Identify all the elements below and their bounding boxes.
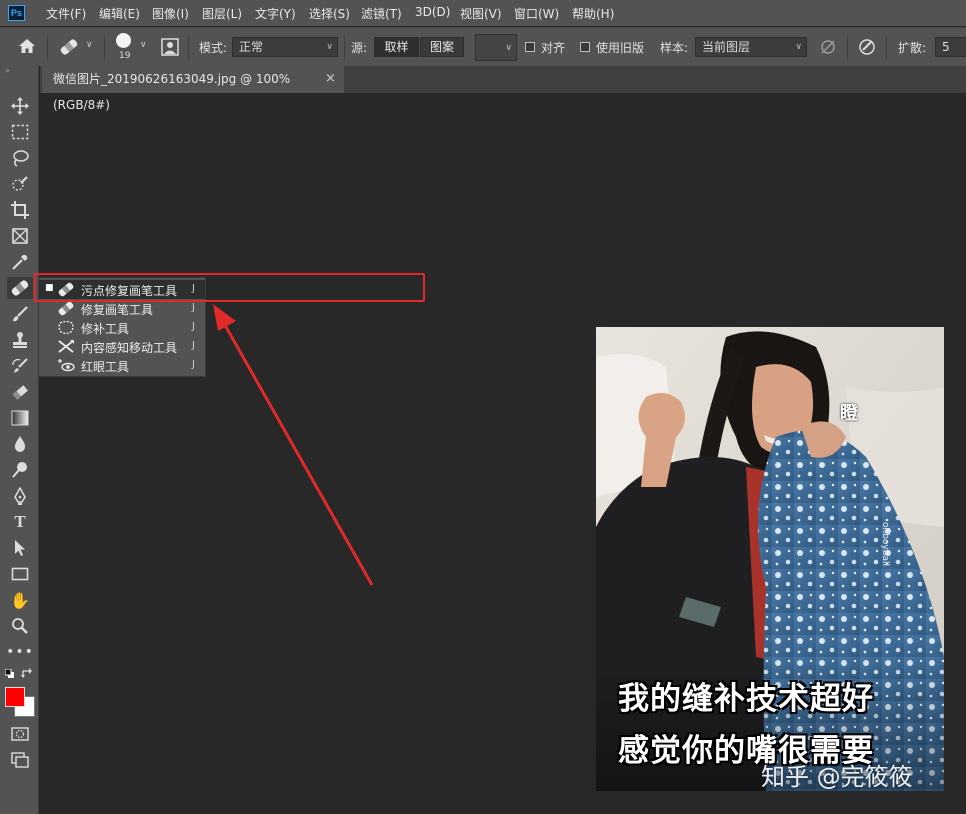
eyedropper-tool-icon[interactable] <box>7 251 33 273</box>
meme-painting <box>596 327 944 791</box>
diffusion-value: 5 <box>942 40 950 54</box>
tools-panel: » T ✋ ••• <box>0 66 39 814</box>
hand-tool-icon[interactable]: ✋ <box>7 589 33 611</box>
default-colors-icon[interactable] <box>5 669 14 678</box>
legacy-checkbox[interactable] <box>580 42 590 52</box>
marquee-tool-icon[interactable] <box>7 121 33 143</box>
diffusion-label: 扩散: <box>898 41 927 55</box>
flyout-item-shortcut: J <box>192 302 195 313</box>
flyout-item-patch[interactable]: 修补工具 J <box>39 318 205 337</box>
frame-tool-icon[interactable] <box>7 225 33 247</box>
options-bar: ∨ 19 ∨ 模式: 正常 ∨ 源: 取样 图案 ∨ 对齐 使用旧版 样本: 当前… <box>0 27 966 66</box>
chevron-down-icon: ∨ <box>505 43 512 53</box>
mode-label: 模式: <box>199 41 228 55</box>
menu-filter[interactable]: 滤镜(T) <box>361 5 402 22</box>
chevron-down-icon: ∨ <box>795 42 802 52</box>
source-label: 源: <box>351 41 368 55</box>
document-tab-title: 微信图片_20190626163049.jpg @ 100%(RGB/8#) <box>53 72 291 112</box>
screen-mode-icon[interactable] <box>7 749 33 771</box>
move-tool-icon[interactable] <box>7 95 33 117</box>
aligned-checkbox[interactable] <box>525 42 535 52</box>
canvas-image: 瞪 ohboyball 我的缝补技术超好 感觉你的嘴很需要 知乎 @完筱筱 <box>596 327 944 791</box>
mode-value: 正常 <box>239 40 264 54</box>
image-caption-line-1: 我的缝补技术超好 <box>618 681 874 717</box>
content-aware-move-icon <box>58 340 74 353</box>
menu-type[interactable]: 文字(Y) <box>255 5 296 22</box>
ignore-adjustment-layers-icon[interactable] <box>820 39 836 55</box>
brush-tool-icon[interactable] <box>7 303 33 325</box>
healing-brush-icon <box>58 301 74 316</box>
flyout-item-content-aware-move[interactable]: 内容感知移动工具 J <box>39 337 205 356</box>
menu-view[interactable]: 视图(V) <box>460 5 502 22</box>
image-side-text: ohboyball <box>880 522 890 566</box>
sample-dropdown[interactable]: 当前图层 ∨ <box>695 37 807 57</box>
menu-bar: Ps 文件(F) 编辑(E) 图像(I) 图层(L) 文字(Y) 选择(S) 滤… <box>0 0 966 26</box>
flyout-item-shortcut: J <box>192 340 195 351</box>
foreground-color-swatch[interactable] <box>5 687 25 707</box>
blur-tool-icon[interactable] <box>7 433 33 455</box>
photoshop-logo: Ps <box>8 5 25 21</box>
menu-edit[interactable]: 编辑(E) <box>99 5 140 22</box>
chevron-down-icon: ∨ <box>326 42 333 52</box>
legacy-label: 使用旧版 <box>596 41 645 55</box>
swap-colors-icon[interactable] <box>21 668 33 679</box>
diffusion-input[interactable]: 5 <box>935 37 966 57</box>
brush-pressure-icon[interactable] <box>161 38 179 56</box>
image-stamp-text: 瞪 <box>840 403 858 424</box>
zoom-tool-icon[interactable] <box>7 615 33 637</box>
flyout-item-label: 修补工具 <box>81 322 130 336</box>
collapse-panel-icon[interactable]: » <box>5 66 10 75</box>
lasso-tool-icon[interactable] <box>7 147 33 169</box>
quick-mask-icon[interactable] <box>7 723 33 745</box>
rectangle-tool-icon[interactable] <box>7 563 33 585</box>
flyout-item-shortcut: J <box>192 321 195 332</box>
source-pattern-button[interactable]: 图案 <box>420 37 464 57</box>
crop-tool-icon[interactable] <box>7 199 33 221</box>
brush-size-value: 19 <box>119 51 131 61</box>
eraser-tool-icon[interactable] <box>7 381 33 403</box>
document-tab[interactable]: 微信图片_20190626163049.jpg @ 100%(RGB/8#) × <box>42 66 344 112</box>
menu-help[interactable]: 帮助(H) <box>572 5 614 22</box>
dodge-tool-icon[interactable] <box>7 459 33 481</box>
flyout-item-shortcut: J <box>192 359 195 370</box>
flyout-item-label: 修复画笔工具 <box>81 303 154 317</box>
mode-dropdown[interactable]: 正常 ∨ <box>232 37 338 57</box>
menu-3d[interactable]: 3D(D) <box>415 5 450 19</box>
quick-selection-tool-icon[interactable] <box>7 173 33 195</box>
spot-healing-brush-tool-icon[interactable] <box>7 277 33 299</box>
gradient-tool-icon[interactable] <box>7 407 33 429</box>
menu-window[interactable]: 窗口(W) <box>514 5 559 22</box>
menu-select[interactable]: 选择(S) <box>309 5 350 22</box>
pattern-picker[interactable]: ∨ <box>475 34 517 61</box>
close-icon[interactable]: × <box>325 66 336 92</box>
sample-label: 样本: <box>660 41 689 55</box>
flyout-item-label: 红眼工具 <box>81 360 130 374</box>
sample-value: 当前图层 <box>702 40 751 54</box>
menu-layer[interactable]: 图层(L) <box>202 5 242 22</box>
bandage-tool-preset-icon[interactable] <box>58 37 80 57</box>
image-watermark: 知乎 @完筱筱 <box>761 763 913 791</box>
flyout-item-red-eye[interactable]: 红眼工具 J <box>39 356 205 375</box>
red-eye-icon <box>58 359 75 372</box>
menu-image[interactable]: 图像(I) <box>152 5 189 22</box>
annotation-arrow-icon <box>213 304 374 586</box>
source-sampled-button[interactable]: 取样 <box>374 37 419 57</box>
brush-size-preview[interactable] <box>116 33 131 48</box>
aligned-label: 对齐 <box>541 41 566 55</box>
patch-icon <box>58 320 74 335</box>
more-tools-icon[interactable]: ••• <box>6 641 33 663</box>
flyout-item-label: 内容感知移动工具 <box>81 341 178 355</box>
chevron-down-icon[interactable]: ∨ <box>140 40 147 50</box>
pressure-size-icon[interactable] <box>858 38 876 56</box>
type-tool-icon[interactable]: T <box>7 511 33 533</box>
clone-stamp-tool-icon[interactable] <box>7 329 33 351</box>
history-brush-tool-icon[interactable] <box>7 355 33 377</box>
home-icon[interactable] <box>18 38 36 54</box>
pen-tool-icon[interactable] <box>7 485 33 507</box>
chevron-down-icon[interactable]: ∨ <box>86 40 93 50</box>
menu-file[interactable]: 文件(F) <box>46 5 86 22</box>
path-selection-tool-icon[interactable] <box>7 537 33 559</box>
